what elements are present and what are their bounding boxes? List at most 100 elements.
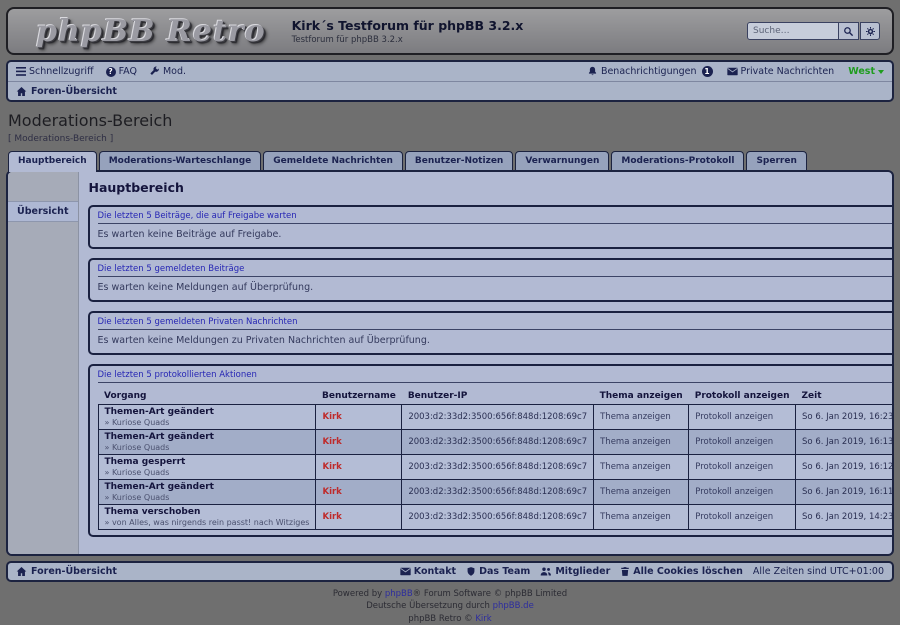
tab-hauptbereich[interactable]: Hauptbereich xyxy=(8,151,97,172)
kirk-link[interactable]: Kirk xyxy=(475,614,491,624)
home-icon xyxy=(16,566,27,577)
section-logged-actions-title-link[interactable]: Die letzten 5 protokollierten Aktionen xyxy=(98,369,895,383)
contact-label: Kontakt xyxy=(414,566,456,577)
navigation-box: Schnellzugriff ? FAQ Mod. xyxy=(6,60,894,102)
phpbb-link[interactable]: phpBB xyxy=(385,589,413,599)
user-ip[interactable]: 2003:d2:33d2:3500:656f:848d:1208:69c7 xyxy=(408,462,587,472)
view-topic-link[interactable]: Thema anzeigen xyxy=(600,487,671,497)
user-ip[interactable]: 2003:d2:33d2:3500:656f:848d:1208:69c7 xyxy=(408,437,587,447)
delete-cookies-link[interactable]: Alle Cookies löschen xyxy=(620,566,743,577)
view-log-link[interactable]: Protokoll anzeigen xyxy=(695,512,773,522)
log-table-header-row: Vorgang Benutzername Benutzer-IP Thema a… xyxy=(98,388,894,405)
navbar-left: Schnellzugriff ? FAQ Mod. xyxy=(16,66,194,77)
tab-moderations-protokoll[interactable]: Moderations-Protokoll xyxy=(611,151,744,170)
style-credit-prefix: phpBB Retro © xyxy=(408,614,475,624)
navbar-right: Benachrichtigungen 1 Private Nachrichten… xyxy=(577,66,884,77)
log-action: Themen-Art geändert xyxy=(105,482,310,492)
view-topic-link[interactable]: Thema anzeigen xyxy=(600,462,671,472)
table-row: Themen-Art geändert» Kuriose Quads Kirk … xyxy=(98,405,894,430)
username-link[interactable]: Kirk xyxy=(322,412,341,422)
powered-by-suffix: ® Forum Software © phpBB Limited xyxy=(413,589,567,599)
breadcrumb-forum-index[interactable]: Foren-Übersicht xyxy=(16,86,117,97)
breadcrumb-label: Foren-Übersicht xyxy=(31,86,117,97)
log-action: Themen-Art geändert xyxy=(105,432,310,442)
view-log-link[interactable]: Protokoll anzeigen xyxy=(695,487,773,497)
user-ip[interactable]: 2003:d2:33d2:3500:656f:848d:1208:69c7 xyxy=(408,512,587,522)
home-icon xyxy=(16,86,27,97)
page-title: Moderations-Bereich xyxy=(8,111,892,130)
mod-link[interactable]: Mod. xyxy=(149,66,186,77)
gear-icon xyxy=(865,26,876,37)
delete-cookies-label: Alle Cookies löschen xyxy=(633,566,743,577)
sidebar-item-uebersicht[interactable]: Übersicht xyxy=(8,201,78,222)
site-header: phpBB Retro Kirk´s Testforum für phpBB 3… xyxy=(6,7,894,55)
mcp-content: Hauptbereich Die letzten 5 Beiträge, die… xyxy=(79,172,895,554)
user-ip[interactable]: 2003:d2:33d2:3500:656f:848d:1208:69c7 xyxy=(408,412,587,422)
private-messages-link[interactable]: Private Nachrichten xyxy=(727,66,835,77)
view-topic-link[interactable]: Thema anzeigen xyxy=(600,412,671,422)
footer-forum-index-label: Foren-Übersicht xyxy=(31,566,117,577)
powered-by-prefix: Powered by xyxy=(333,589,385,599)
section-reported-posts: Die letzten 5 gemeldeten Beiträge Es war… xyxy=(88,258,895,302)
tab-moderations-warteschlange[interactable]: Moderations-Warteschlange xyxy=(99,151,262,170)
faq-link[interactable]: ? FAQ xyxy=(106,66,137,77)
view-log-link[interactable]: Protokoll anzeigen xyxy=(695,462,773,472)
main-navbar: Schnellzugriff ? FAQ Mod. xyxy=(8,62,892,81)
page-head: Moderations-Bereich [ Moderations-Bereic… xyxy=(8,111,892,144)
tab-gemeldete-nachrichten[interactable]: Gemeldete Nachrichten xyxy=(263,151,403,170)
view-log-link[interactable]: Protokoll anzeigen xyxy=(695,412,773,422)
wrench-icon xyxy=(149,66,160,77)
col-protokoll-anzeigen: Protokoll anzeigen xyxy=(689,388,796,405)
view-topic-link[interactable]: Thema anzeigen xyxy=(600,437,671,447)
search-input[interactable] xyxy=(747,22,839,40)
contact-link[interactable]: Kontakt xyxy=(400,566,456,577)
mcp-breadcrumb-link[interactable]: [ Moderations-Bereich ] xyxy=(8,134,892,144)
log-target: » Kuriose Quads xyxy=(105,443,310,452)
user-menu[interactable]: West xyxy=(848,66,884,77)
phpbb-de-link[interactable]: phpBB.de xyxy=(493,601,534,611)
username-link[interactable]: Kirk xyxy=(322,487,341,497)
log-time: So 6. Jan 2019, 14:23 xyxy=(802,512,893,522)
username-link[interactable]: Kirk xyxy=(322,462,341,472)
col-vorgang: Vorgang xyxy=(98,388,316,405)
section-reported-posts-title-link[interactable]: Die letzten 5 gemeldeten Beiträge xyxy=(98,263,895,277)
translation-prefix: Deutsche Übersetzung durch xyxy=(366,601,492,611)
username-label: West xyxy=(848,66,875,77)
log-time: So 6. Jan 2019, 16:11 xyxy=(802,487,893,497)
tab-sperren[interactable]: Sperren xyxy=(746,151,806,170)
username-link[interactable]: Kirk xyxy=(322,437,341,447)
search-advanced-button[interactable] xyxy=(860,22,880,40)
envelope-icon xyxy=(400,567,411,576)
view-log-link[interactable]: Protokoll anzeigen xyxy=(695,437,773,447)
timezone-label: Alle Zeiten sind UTC+01:00 xyxy=(753,566,884,577)
content-heading: Hauptbereich xyxy=(89,180,895,195)
team-link[interactable]: Das Team xyxy=(466,566,530,577)
page-root: phpBB Retro Kirk´s Testforum für phpBB 3… xyxy=(0,0,900,512)
table-row: Themen-Art geändert» Kuriose Quads Kirk … xyxy=(98,430,894,455)
footer-forum-index-link[interactable]: Foren-Übersicht xyxy=(16,566,117,577)
legal-footer: Powered by phpBB® Forum Software © phpBB… xyxy=(6,588,894,625)
site-logo[interactable]: phpBB Retro xyxy=(36,14,266,49)
section-reported-pms-title-link[interactable]: Die letzten 5 gemeldeten Privaten Nachri… xyxy=(98,316,895,330)
tab-benutzer-notizen[interactable]: Benutzer-Notizen xyxy=(405,151,513,170)
section-approval-title-link[interactable]: Die letzten 5 Beiträge, die auf Freigabe… xyxy=(98,210,895,224)
tab-verwarnungen[interactable]: Verwarnungen xyxy=(515,151,609,170)
log-target: » Kuriose Quads xyxy=(105,418,310,427)
log-table: Vorgang Benutzername Benutzer-IP Thema a… xyxy=(98,388,895,530)
username-link[interactable]: Kirk xyxy=(322,512,341,522)
view-topic-link[interactable]: Thema anzeigen xyxy=(600,512,671,522)
search-submit-button[interactable] xyxy=(839,22,859,40)
powered-by-line: Powered by phpBB® Forum Software © phpBB… xyxy=(6,588,894,600)
log-action: Themen-Art geändert xyxy=(105,407,310,417)
mcp-tabs: Hauptbereich Moderations-Warteschlange G… xyxy=(8,151,894,170)
notifications-label: Benachrichtigungen xyxy=(601,66,697,77)
faq-label: FAQ xyxy=(119,66,137,77)
members-link[interactable]: Mitglieder xyxy=(540,566,610,577)
notification-count-badge: 1 xyxy=(702,66,713,77)
breadcrumb-bar: Foren-Übersicht xyxy=(8,81,892,100)
site-title[interactable]: Kirk´s Testforum für phpBB 3.2.x xyxy=(292,18,524,33)
search-bar xyxy=(747,22,880,40)
notifications-link[interactable]: Benachrichtigungen 1 xyxy=(587,66,713,77)
quick-links-menu[interactable]: Schnellzugriff xyxy=(16,66,94,77)
user-ip[interactable]: 2003:d2:33d2:3500:656f:848d:1208:69c7 xyxy=(408,487,587,497)
